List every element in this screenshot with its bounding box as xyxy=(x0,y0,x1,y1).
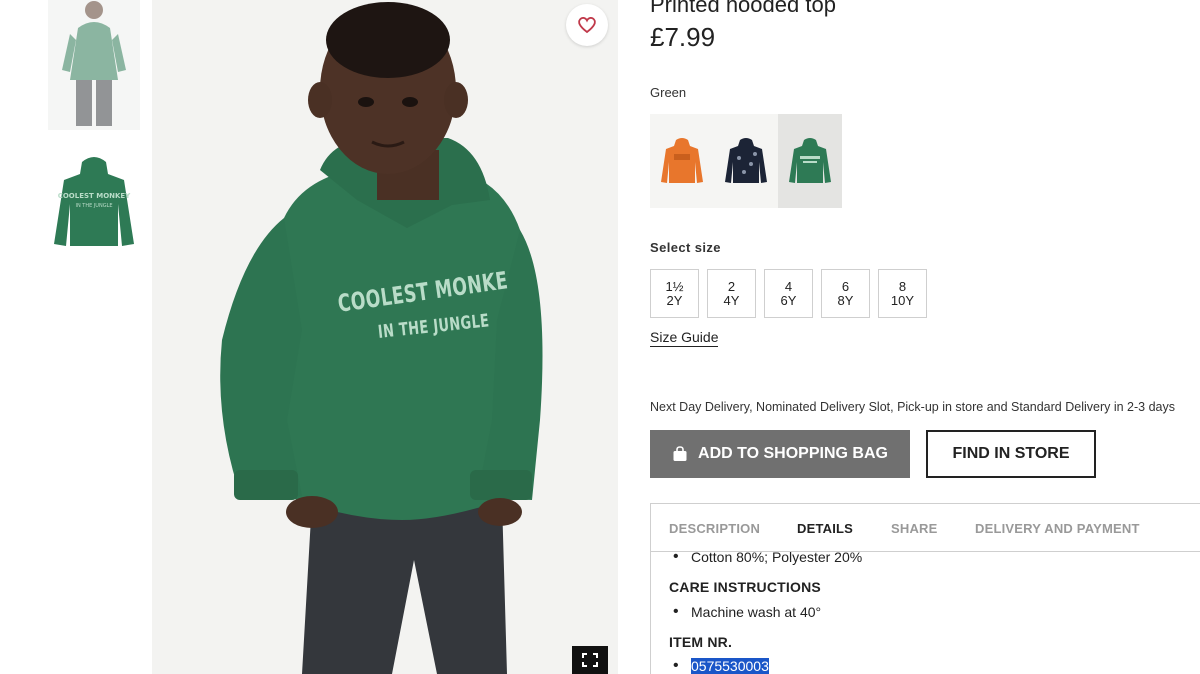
product-price: £7.99 xyxy=(650,22,716,52)
main-product-image[interactable]: COOLEST MONKE IN THE JUNGLE xyxy=(152,0,618,674)
item-number-heading: ITEM NR. xyxy=(669,634,733,650)
navy-hoodie-thumbnail xyxy=(725,138,767,183)
color-swatch-navy[interactable] xyxy=(714,114,778,208)
color-swatches xyxy=(650,114,842,208)
thumbnail-model-image xyxy=(48,0,140,130)
model-photo xyxy=(152,0,618,674)
size-options: 1½ 2Y 2 4Y 4 6Y 6 8Y 8 10Y xyxy=(650,269,927,318)
tab-description[interactable]: DESCRIPTION xyxy=(669,521,760,536)
orange-hoodie-thumbnail xyxy=(661,138,703,183)
care-instruction-item: Machine wash at 40° xyxy=(673,603,821,621)
green-hoodie-thumbnail xyxy=(789,138,831,183)
thumbnail-product[interactable]: COOLEST MONKEY IN THE JUNGLE xyxy=(48,152,140,254)
shopping-bag-icon xyxy=(673,446,687,461)
heart-icon xyxy=(578,17,596,34)
tab-details[interactable]: DETAILS xyxy=(797,521,853,536)
fullscreen-button[interactable] xyxy=(572,646,608,674)
add-to-bag-label: ADD TO SHOPPING BAG xyxy=(698,445,888,462)
selected-color-label: Green xyxy=(650,85,687,100)
size-guide-link[interactable]: Size Guide xyxy=(650,329,719,347)
size-option-2y[interactable]: 1½ 2Y xyxy=(650,269,699,318)
favorite-button[interactable] xyxy=(566,4,608,46)
thumbnail-model[interactable] xyxy=(48,0,140,130)
size-option-6y[interactable]: 4 6Y xyxy=(764,269,813,318)
care-instructions-heading: CARE INSTRUCTIONS xyxy=(669,579,821,595)
color-swatch-green[interactable] xyxy=(778,114,842,208)
details-panel: Cotton 80%; Polyester 20% CARE INSTRUCTI… xyxy=(650,548,1200,674)
svg-text:COOLEST MONKEY: COOLEST MONKEY xyxy=(58,192,132,200)
item-number-selection[interactable]: 0575530003 xyxy=(691,658,769,674)
tab-share[interactable]: SHARE xyxy=(891,521,938,536)
composition-item: Cotton 80%; Polyester 20% xyxy=(673,548,862,566)
find-in-store-button[interactable]: FIND IN STORE xyxy=(926,430,1096,478)
item-number-value: 0575530003 xyxy=(673,657,769,674)
size-option-4y[interactable]: 2 4Y xyxy=(707,269,756,318)
fullscreen-icon xyxy=(582,653,598,667)
thumbnail-product-image: COOLEST MONKEY IN THE JUNGLE xyxy=(48,152,140,254)
color-swatch-orange[interactable] xyxy=(650,114,714,208)
svg-text:IN THE JUNGLE: IN THE JUNGLE xyxy=(75,203,112,209)
select-size-label: Select size xyxy=(650,240,721,255)
size-option-10y[interactable]: 8 10Y xyxy=(878,269,927,318)
product-title: Printed hooded top xyxy=(650,0,836,17)
delivery-info: Next Day Delivery, Nominated Delivery Sl… xyxy=(650,400,1175,414)
product-tabs: DESCRIPTION DETAILS SHARE DELIVERY AND P… xyxy=(650,503,1200,552)
tab-delivery-payment[interactable]: DELIVERY AND PAYMENT xyxy=(975,521,1140,536)
add-to-bag-button[interactable]: ADD TO SHOPPING BAG xyxy=(650,430,910,478)
size-option-8y[interactable]: 6 8Y xyxy=(821,269,870,318)
